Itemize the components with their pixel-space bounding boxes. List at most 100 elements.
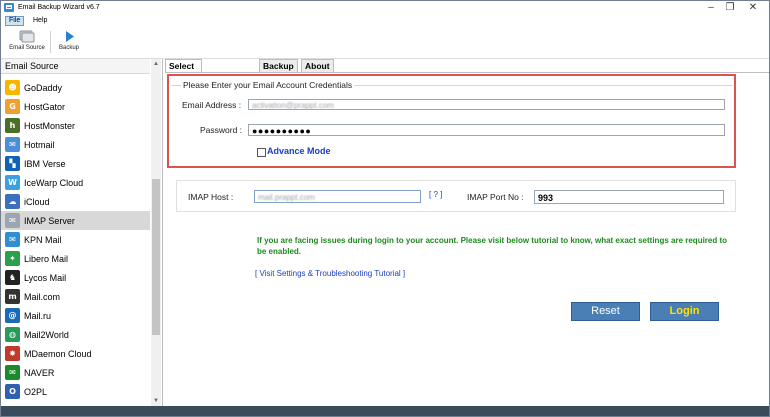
window-title: Email Backup Wizard v6.7 [18, 4, 100, 11]
credentials-legend: Please Enter your Email Account Credenti… [181, 80, 355, 90]
sidebar-item-label: KPN Mail [24, 234, 62, 245]
sidebar-scrollbar[interactable]: ▲ ▼ [151, 59, 161, 406]
scroll-down-icon[interactable]: ▼ [151, 396, 161, 406]
imap-server-icon: ✉ [5, 213, 20, 228]
imap-host-value: mail.prappt.com [258, 193, 315, 202]
sidebar-item-godaddy[interactable]: ☻ GoDaddy [1, 78, 150, 97]
advance-mode-label[interactable]: Advance Mode [267, 146, 331, 156]
imap-help-link[interactable]: [ ? ] [429, 190, 442, 199]
libero-mail-icon: ✦ [5, 251, 20, 266]
icewarp-icon: W [5, 175, 20, 190]
email-address-value: activation@prappt.com [252, 101, 334, 110]
sidebar-item-mail-ru[interactable]: @ Mail.ru [1, 306, 150, 325]
menu-bar: File Help [1, 15, 769, 27]
app-window: Email Backup Wizard v6.7 – ❐ ✕ File Help… [0, 0, 770, 417]
email-source-label: Email Source [9, 45, 45, 51]
password-input[interactable]: ●●●●●●●●●● [248, 124, 725, 136]
scroll-up-icon[interactable]: ▲ [151, 59, 161, 69]
imap-port-value: 993 [538, 193, 554, 203]
sidebar-item-label: IBM Verse [24, 158, 66, 169]
toolbar-separator [50, 31, 51, 53]
sidebar-item-lycos-mail[interactable]: ♞ Lycos Mail [1, 268, 150, 287]
godaddy-icon: ☻ [5, 80, 20, 95]
app-logo-icon [4, 3, 14, 12]
sidebar-item-hotmail[interactable]: ✉ Hotmail [1, 135, 150, 154]
imap-port-input[interactable]: 993 [534, 190, 724, 204]
hostgator-icon: G [5, 99, 20, 114]
sidebar-item-label: NAVER [24, 367, 55, 378]
sidebar-item-hostmonster[interactable]: h HostMonster [1, 116, 150, 135]
sidebar-item-icewarp-cloud[interactable]: W IceWarp Cloud [1, 173, 150, 192]
mail-ru-icon: @ [5, 308, 20, 323]
backup-label: Backup [58, 45, 79, 51]
sidebar-item-mdaemon-cloud[interactable]: ✸ MDaemon Cloud [1, 344, 150, 363]
imap-host-input[interactable]: mail.prappt.com [254, 190, 421, 203]
reset-button[interactable]: Reset [571, 302, 640, 321]
naver-icon: ✉ [5, 365, 20, 380]
menu-file[interactable]: File [5, 16, 25, 26]
icloud-icon: ☁ [5, 194, 20, 209]
imap-port-label: IMAP Port No : [467, 192, 524, 202]
lycos-mail-icon: ♞ [5, 270, 20, 285]
sidebar-item-label: Libero Mail [24, 253, 69, 264]
email-address-input[interactable]: activation@prappt.com [248, 99, 725, 110]
sidebar-item-label: GoDaddy [24, 82, 63, 93]
login-button[interactable]: Login [650, 302, 719, 321]
maximize-button[interactable]: ❐ [723, 2, 737, 14]
login-help-notice: If you are facing issues during login to… [257, 236, 728, 256]
ibm-verse-icon: ▚ [5, 156, 20, 171]
sidebar-item-o2pl[interactable]: O O2PL [1, 382, 150, 401]
kpn-mail-icon: ✉ [5, 232, 20, 247]
password-value: ●●●●●●●●●● [252, 126, 312, 136]
sidebar-item-libero-mail[interactable]: ✦ Libero Mail [1, 249, 150, 268]
email-address-label: Email Address : [182, 100, 242, 110]
sidebar-item-hostgator[interactable]: G HostGator [1, 97, 150, 116]
source-list: ☻ GoDaddy G HostGator h HostMonster ✉ Hotmail ▚ I… [1, 78, 150, 401]
email-source-sidebar: Email Source ☻ GoDaddy G HostGator h HostMons… [1, 59, 163, 406]
email-source-button[interactable]: Email Source [7, 28, 47, 57]
sidebar-item-label: iCloud [24, 196, 50, 207]
tutorial-link[interactable]: [ Visit Settings & Troubleshooting Tutor… [255, 269, 405, 278]
mdaemon-icon: ✸ [5, 346, 20, 361]
sidebar-item-label: HostMonster [24, 120, 76, 131]
password-label: Password : [200, 125, 243, 135]
hostmonster-icon: h [5, 118, 20, 133]
toolbar: Email Source Backup [1, 27, 769, 59]
menu-help[interactable]: Help [30, 16, 50, 26]
sidebar-heading: Email Source [1, 59, 150, 74]
play-arrow-icon [66, 31, 74, 42]
o2pl-icon: O [5, 384, 20, 399]
sidebar-item-label: IMAP Server [24, 215, 75, 226]
backup-button[interactable]: Backup [56, 28, 82, 57]
sidebar-item-mail-com[interactable]: m Mail.com [1, 287, 150, 306]
sidebar-item-label: Mail.ru [24, 310, 52, 321]
tab-about[interactable]: About [301, 59, 334, 73]
title-bar: Email Backup Wizard v6.7 – ❐ ✕ [1, 1, 769, 15]
email-source-icon [19, 30, 35, 43]
sidebar-item-kpn-mail[interactable]: ✉ KPN Mail [1, 230, 150, 249]
sidebar-item-label: MDaemon Cloud [24, 348, 92, 359]
scroll-thumb[interactable] [152, 179, 160, 335]
hotmail-icon: ✉ [5, 137, 20, 152]
close-button[interactable]: ✕ [746, 2, 760, 14]
sidebar-item-ibm-verse[interactable]: ▚ IBM Verse [1, 154, 150, 173]
sidebar-item-mail2world[interactable]: ◍ Mail2World [1, 325, 150, 344]
sidebar-item-label: Hotmail [24, 139, 55, 150]
mail-com-icon: m [5, 289, 20, 304]
minimize-button[interactable]: – [704, 2, 718, 14]
sidebar-item-label: Mail2World [24, 329, 69, 340]
mail2world-icon: ◍ [5, 327, 20, 342]
status-bar [1, 406, 769, 416]
advance-mode-checkbox[interactable] [257, 148, 266, 157]
credentials-group [171, 85, 733, 150]
sidebar-item-label: HostGator [24, 101, 66, 112]
sidebar-item-label: IceWarp Cloud [24, 177, 84, 188]
sidebar-item-label: Mail.com [24, 291, 61, 302]
sidebar-item-icloud[interactable]: ☁ iCloud [1, 192, 150, 211]
sidebar-item-naver[interactable]: ✉ NAVER [1, 363, 150, 382]
imap-host-label: IMAP Host : [188, 192, 234, 202]
tab-backup[interactable]: Backup [259, 59, 298, 73]
sidebar-item-imap-server[interactable]: ✉ IMAP Server [1, 211, 150, 230]
sidebar-item-label: O2PL [24, 386, 48, 397]
sidebar-item-label: Lycos Mail [24, 272, 67, 283]
